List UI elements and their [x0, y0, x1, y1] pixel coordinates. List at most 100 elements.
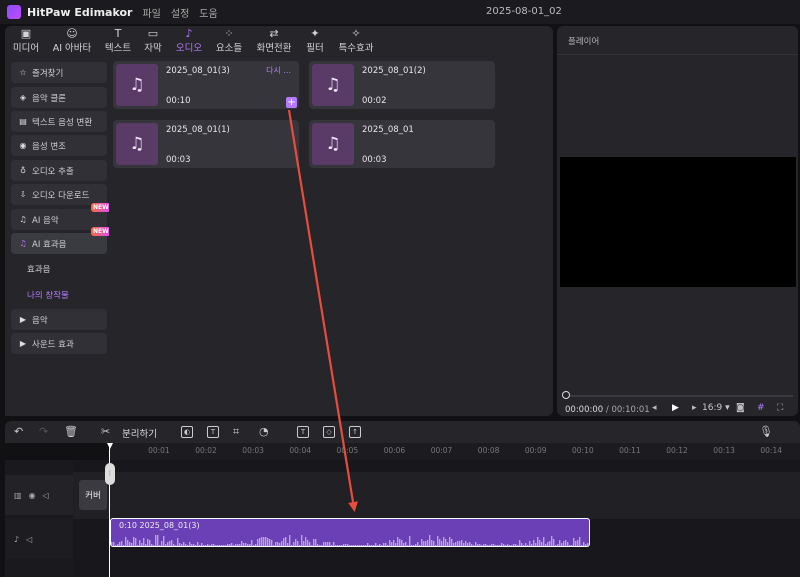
filter-icon: ✦	[310, 27, 320, 40]
menu-settings[interactable]: 설정	[171, 5, 189, 20]
waveform-bar	[417, 542, 419, 546]
sidebar-item-favorites[interactable]: ☆ 즐겨찾기	[11, 62, 107, 83]
waveform-bar	[547, 542, 549, 546]
undo-icon[interactable]: ↶	[14, 425, 23, 439]
ruler-tick-label: 00:01	[148, 446, 170, 455]
menu-file[interactable]: 파일	[142, 5, 160, 20]
waveform-bar	[261, 537, 263, 546]
speaker-icon[interactable]: ◁	[43, 491, 49, 500]
scrubber-knob[interactable]	[562, 391, 570, 399]
waveform-bar	[281, 541, 283, 546]
waveform-bar	[307, 540, 309, 546]
cover-button[interactable]: 커버	[79, 480, 107, 510]
waveform-bar	[387, 545, 389, 546]
sidebar-item-tts[interactable]: ▤ 텍스트 음성 변환	[11, 111, 107, 132]
waveform-bar	[175, 545, 177, 546]
waveform-bar	[523, 545, 525, 546]
sidebar-item-sound-effects[interactable]: ▶ 사운드 효과	[11, 333, 107, 354]
tab-transitions[interactable]: ⇄ 화면전환	[253, 27, 295, 54]
waveform-bar	[137, 545, 139, 546]
audio-clip[interactable]: 0:10 2025_08_01(3)	[110, 518, 590, 547]
waveform-bar	[553, 539, 555, 546]
tab-filter[interactable]: ✦ 필터	[303, 27, 327, 54]
waveform-bar	[531, 544, 533, 546]
redo-icon[interactable]: ↷	[39, 425, 48, 439]
waveform-bar	[385, 543, 387, 546]
sidebar-item-voice-change[interactable]: ◉ 음성 변조	[11, 135, 107, 156]
waveform-bar	[129, 542, 131, 546]
mask-icon[interactable]: ◐	[181, 426, 193, 438]
text-box-icon[interactable]: T	[207, 426, 219, 438]
tab-media[interactable]: ▣ 미디어	[11, 27, 41, 54]
tab-text[interactable]: T 텍스트	[103, 27, 133, 54]
play-icon[interactable]: ▶	[672, 403, 679, 413]
waveform-bar	[201, 543, 203, 546]
speed-icon[interactable]: ◔	[259, 425, 269, 439]
waveform-bar	[371, 545, 373, 546]
audio-card[interactable]: ♫ 2025_08_01(2) 00:02	[309, 61, 495, 109]
delete-icon[interactable]: 🗑	[64, 425, 78, 439]
speaker-icon[interactable]: ◁	[26, 535, 32, 544]
player-scrubber[interactable]	[565, 395, 793, 397]
menu-help[interactable]: 도움	[199, 5, 217, 20]
waveform-bar	[225, 545, 227, 546]
sidebar-item-my-creations[interactable]: 나의 창작물	[11, 284, 107, 305]
timeline-tracks: 커버 0:10 2025_08_01(3)	[73, 460, 800, 577]
prev-frame-icon[interactable]: ◂	[652, 403, 657, 413]
tab-elements[interactable]: ⁘ 요소들	[213, 27, 245, 54]
waveform-bar	[425, 541, 427, 546]
waveform-bar	[589, 545, 590, 546]
video-track-lane[interactable]	[73, 472, 800, 519]
snapshot-icon[interactable]: ◙	[736, 403, 745, 413]
waveform-bar	[141, 543, 143, 546]
film-icon[interactable]: ▥	[14, 491, 22, 500]
waveform-bar	[243, 543, 245, 546]
split-button[interactable]: 분리하기	[122, 426, 157, 440]
tab-ai-avatar[interactable]: ☺ AI 아바타	[51, 27, 93, 54]
waveform-bar	[457, 541, 459, 546]
grid-icon[interactable]: #	[757, 403, 765, 413]
audio-card[interactable]: ♫ 2025_08_01 00:03	[309, 120, 495, 168]
waveform-bar	[403, 543, 405, 546]
tab-audio[interactable]: ♪ 오디오	[173, 27, 205, 54]
audio-card-name: 2025_08_01(3)	[166, 66, 230, 76]
waveform-bar	[401, 540, 403, 546]
sidebar-item-music[interactable]: ▶ 음악	[11, 309, 107, 330]
microphone-icon[interactable]: 🎙	[759, 425, 773, 439]
music-note-icon: ♫	[116, 64, 158, 106]
waveform-bar	[503, 544, 505, 546]
sidebar-item-ai-sfx[interactable]: ♫ AI 효과음 NEW	[11, 227, 111, 254]
waveform-bar	[237, 544, 239, 546]
ruler-tick-label: 00:11	[619, 446, 641, 455]
scissors-icon[interactable]: ✂	[101, 425, 110, 439]
audio-card[interactable]: ♫ 2025_08_01(1) 00:03	[113, 120, 299, 168]
waveform-bar	[197, 542, 199, 546]
timeline-ruler[interactable]: 00:0000:0100:0200:0300:0400:0500:0600:07…	[110, 443, 800, 460]
tab-effects[interactable]: ✧ 특수효과	[335, 27, 377, 54]
waveform-bar	[527, 545, 529, 546]
export-frame-icon[interactable]: ↑	[349, 426, 361, 438]
sidebar-item-music-clone[interactable]: ◈ 음악 클론	[11, 87, 107, 108]
crop-icon[interactable]: ⌗	[233, 425, 239, 439]
playhead-handle[interactable]: ⋮	[105, 463, 115, 485]
eye-icon[interactable]: ◉	[29, 491, 36, 500]
waveform-bar	[559, 540, 561, 546]
sidebar-item-sfx[interactable]: 효과음	[11, 258, 107, 279]
regenerate-link[interactable]: 다시 ...	[266, 65, 291, 76]
preview-screen[interactable]	[560, 157, 796, 287]
waveform-bar	[441, 541, 443, 546]
text-template-icon[interactable]: T	[297, 426, 309, 438]
fullscreen-icon[interactable]: ⛶	[777, 403, 783, 413]
next-frame-icon[interactable]: ▸	[692, 403, 697, 413]
shield-icon[interactable]: ◇	[323, 426, 335, 438]
sidebar-item-audio-extract[interactable]: ♁ 오디오 추출	[11, 160, 107, 181]
waveform-bar	[295, 539, 297, 546]
tab-subtitle[interactable]: ▭ 자막	[141, 27, 165, 54]
waveform-bar	[537, 537, 539, 546]
sidebar-item-audio-download[interactable]: ⇩ 오디오 다운로드	[11, 184, 107, 205]
audio-card[interactable]: ♫ 2025_08_01(3) 다시 ... 00:10 +	[113, 61, 299, 109]
waveform-bar	[391, 542, 393, 546]
aspect-ratio-dropdown[interactable]: 16:9 ▾	[702, 403, 730, 413]
playhead-marker[interactable]	[107, 443, 113, 449]
add-to-timeline-button[interactable]: +	[286, 97, 297, 108]
